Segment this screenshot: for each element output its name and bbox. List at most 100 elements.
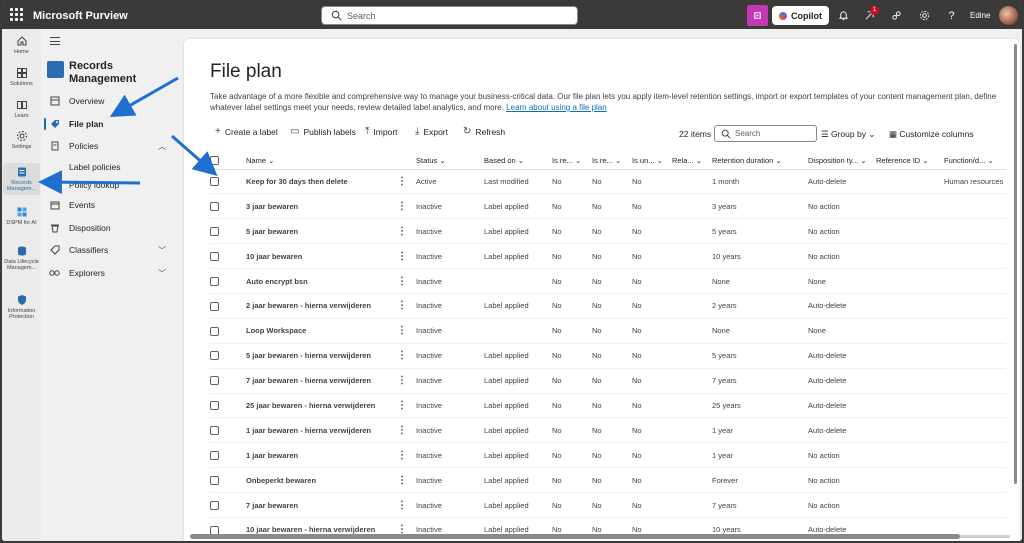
nav-item-overview[interactable]: Overview	[41, 90, 182, 112]
rail-item-information-protection[interactable]: Information Protection	[3, 294, 40, 320]
global-search-input[interactable]: Search	[321, 6, 578, 25]
table-row[interactable]: 1 jaar bewaren ⋮ Inactive Label applied No No…	[210, 442, 1007, 469]
nav-item-policies[interactable]: Policies ︿	[41, 135, 182, 157]
nav-item-explorers[interactable]: Explorers ﹀	[41, 262, 182, 284]
export-button[interactable]: ⤓ Export	[415, 126, 448, 137]
row-checkbox[interactable]	[210, 226, 219, 236]
column-header[interactable]: Disposition ty... ⌄	[808, 152, 877, 170]
publish-labels-button[interactable]: ▭ Publish labels	[290, 126, 356, 137]
column-header[interactable]: Function/d... ⌄	[944, 152, 1007, 170]
row-select-cell[interactable]	[210, 243, 246, 270]
vertical-scroll-thumb[interactable]	[1014, 44, 1017, 484]
brand-title[interactable]: Microsoft Purview	[33, 10, 128, 22]
more-options-icon[interactable]: ⋮	[388, 442, 417, 469]
more-options-icon[interactable]: ⋮	[388, 169, 417, 195]
table-search-input[interactable]: Search	[714, 125, 817, 142]
more-options-icon[interactable]: ⋮	[388, 193, 417, 220]
row-select-cell[interactable]	[210, 492, 246, 518]
row-checkbox[interactable]	[210, 177, 219, 187]
row-checkbox[interactable]	[210, 451, 219, 460]
table-row[interactable]: 3 jaar bewaren ⋮ Inactive Label applied No No…	[210, 193, 1007, 220]
import-button[interactable]: ⤒ Import	[365, 126, 398, 137]
app-launcher-icon[interactable]	[10, 8, 24, 22]
create-label-button[interactable]: + Create a label	[215, 126, 278, 137]
table-row[interactable]: 7 jaar bewaren - hierna verwijderen ⋮ Inac…	[210, 368, 1007, 394]
more-options-icon[interactable]: ⋮	[388, 492, 417, 518]
more-options-icon[interactable]: ⋮	[388, 318, 417, 344]
chevron-up-icon[interactable]: ︿	[158, 141, 166, 152]
row-checkbox[interactable]	[210, 276, 219, 286]
row-checkbox[interactable]	[210, 426, 219, 436]
refresh-button[interactable]: ↻ Refresh	[463, 126, 505, 137]
column-header[interactable]: Status ⌄	[416, 152, 485, 170]
help-icon[interactable]: ?	[943, 7, 960, 24]
select-all-cell[interactable]	[210, 152, 246, 170]
rail-item-home[interactable]: Home	[3, 35, 40, 55]
row-select-cell[interactable]	[210, 218, 246, 245]
row-checkbox[interactable]	[210, 475, 219, 485]
row-checkbox[interactable]	[210, 301, 219, 311]
rail-item-learn[interactable]: Learn	[3, 99, 40, 119]
more-options-icon[interactable]: ⋮	[388, 368, 417, 394]
row-checkbox[interactable]	[210, 351, 219, 361]
nav-item-file-plan[interactable]: File plan	[41, 113, 182, 135]
table-row[interactable]: Keep for 30 days then delete ⋮ Active Last …	[210, 169, 1007, 195]
more-options-icon[interactable]: ⋮	[388, 467, 417, 494]
column-header[interactable]: Is re... ⌄	[592, 152, 633, 170]
table-row[interactable]: 5 jaar bewaren ⋮ Inactive Label applied No No…	[210, 218, 1007, 245]
row-checkbox[interactable]	[210, 202, 219, 212]
hamburger-icon[interactable]	[50, 37, 60, 45]
more-options-icon[interactable]: ⋮	[388, 417, 417, 444]
table-row[interactable]: Auto encrypt bsn ⋮ Inactive No No No None None	[210, 268, 1007, 294]
table-row[interactable]: 7 jaar bewaren ⋮ Inactive Label applied No No…	[210, 492, 1007, 518]
more-options-icon[interactable]: ⋮	[388, 218, 417, 245]
table-row[interactable]: 25 jaar bewaren - hierna verwijderen ⋮ Ina…	[210, 393, 1007, 419]
row-checkbox[interactable]	[210, 500, 219, 510]
copilot-button[interactable]: Copilot	[772, 6, 829, 25]
more-options-icon[interactable]: ⋮	[388, 343, 417, 369]
column-header[interactable]: Is re... ⌄	[552, 152, 593, 170]
row-select-cell[interactable]	[210, 193, 246, 220]
column-header[interactable]: Name ⌄	[246, 152, 417, 170]
row-select-cell[interactable]	[210, 467, 246, 494]
bell-icon[interactable]	[835, 7, 852, 24]
more-options-icon[interactable]: ⋮	[388, 268, 417, 294]
customize-columns-button[interactable]: ▦ Customize columns	[889, 129, 974, 140]
chevron-down-icon[interactable]: ﹀	[158, 268, 166, 279]
column-header[interactable]: Rela... ⌄	[672, 152, 713, 170]
nav-item-classifiers[interactable]: Classifiers ﹀	[41, 239, 182, 261]
rail-item-records-management[interactable]: Records Managem...	[3, 163, 40, 195]
table-row[interactable]: 2 jaar bewaren - hierna verwijderen ⋮ Inac…	[210, 293, 1007, 319]
chevron-down-icon[interactable]: ﹀	[158, 245, 166, 256]
row-checkbox[interactable]	[210, 326, 219, 336]
learn-more-link[interactable]: Learn about using a file plan	[506, 103, 607, 112]
row-select-cell[interactable]	[210, 318, 246, 344]
table-row[interactable]: Loop Workspace ⋮ Inactive No No No None None	[210, 318, 1007, 344]
rail-item-dspm[interactable]: DSPM for AI	[3, 206, 40, 226]
horizontal-scroll-thumb[interactable]	[190, 534, 960, 539]
nav-item-policy-lookup[interactable]: Policy lookup	[41, 174, 182, 196]
nav-item-events[interactable]: Events	[41, 194, 182, 216]
row-checkbox[interactable]	[210, 251, 219, 261]
table-row[interactable]: 10 jaar bewaren ⋮ Inactive Label applied No N…	[210, 243, 1007, 270]
row-select-cell[interactable]	[210, 417, 246, 444]
more-options-icon[interactable]: ⋮	[388, 243, 417, 270]
column-header[interactable]: Reference ID ⌄	[876, 152, 945, 170]
rail-item-settings[interactable]: Settings	[3, 130, 40, 150]
horizontal-scrollbar[interactable]	[190, 533, 1010, 539]
row-select-cell[interactable]	[210, 343, 246, 369]
row-checkbox[interactable]	[210, 376, 219, 386]
table-row[interactable]: Onbeperkt bewaren ⋮ Inactive Label applied N…	[210, 467, 1007, 494]
rail-item-data-lifecycle[interactable]: Data Lifecycle Managem...	[3, 245, 40, 271]
row-select-cell[interactable]	[210, 393, 246, 419]
copilot-app-icon[interactable]	[747, 5, 768, 26]
row-select-cell[interactable]	[210, 442, 246, 469]
rail-item-solutions[interactable]: Solutions	[3, 67, 40, 87]
table-row[interactable]: 1 jaar bewaren - hierna verwijderen ⋮ Inac…	[210, 417, 1007, 444]
group-by-button[interactable]: ☰ Group by ⌄	[821, 129, 875, 140]
more-options-icon[interactable]: ⋮	[388, 293, 417, 319]
row-select-cell[interactable]	[210, 293, 246, 319]
row-checkbox[interactable]	[210, 401, 219, 411]
row-select-cell[interactable]	[210, 368, 246, 394]
avatar[interactable]	[999, 6, 1018, 25]
